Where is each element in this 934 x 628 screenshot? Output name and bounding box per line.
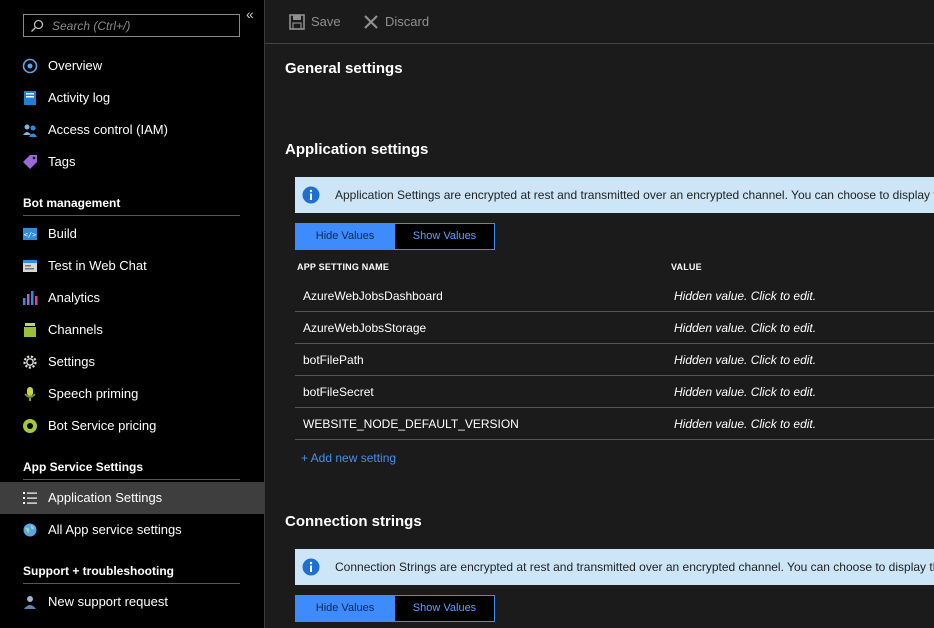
- code-icon: </>: [22, 226, 38, 242]
- table-row[interactable]: botFileSecret Hidden value. Click to edi…: [295, 376, 934, 408]
- sidebar-item-label: New support request: [48, 586, 168, 618]
- hide-values-button[interactable]: Hide Values: [296, 596, 394, 621]
- info-icon: [302, 558, 320, 576]
- globe-icon: [22, 522, 38, 538]
- sidebar-item-label: Build: [48, 218, 77, 250]
- general-settings-title: General settings: [285, 60, 403, 77]
- setting-value[interactable]: Hidden value. Click to edit.: [674, 280, 816, 312]
- table-row[interactable]: AzureWebJobsDashboard Hidden value. Clic…: [295, 280, 934, 312]
- setting-name: AzureWebJobsDashboard: [303, 280, 443, 312]
- toolbar: Save Discard: [265, 0, 934, 44]
- save-label: Save: [311, 12, 341, 32]
- table-row[interactable]: botFilePath Hidden value. Click to edit.: [295, 344, 934, 376]
- application-settings-title: Application settings: [285, 141, 428, 158]
- list-icon: [22, 490, 38, 506]
- sidebar-item-bot-service-pricing[interactable]: Bot Service pricing: [0, 410, 265, 442]
- column-header-name: APP SETTING NAME: [297, 262, 389, 272]
- azure-portal: « Overview Activity log Acce: [0, 0, 934, 628]
- overview-icon: [22, 58, 38, 74]
- setting-name: botFilePath: [303, 344, 364, 376]
- sidebar-item-analytics[interactable]: Analytics: [0, 282, 265, 314]
- group-header-bot-management: Bot management: [23, 192, 240, 216]
- sidebar-item-activity-log[interactable]: Activity log: [0, 82, 265, 114]
- sidebar-item-label: Overview: [48, 50, 102, 82]
- sidebar-item-label: Analytics: [48, 282, 100, 314]
- app-settings-info-banner: Application Settings are encrypted at re…: [295, 177, 934, 213]
- tag-icon: [22, 154, 38, 170]
- sidebar-item-application-settings[interactable]: Application Settings: [0, 482, 265, 514]
- sidebar-item-label: Channels: [48, 314, 103, 346]
- sidebar-item-label: All App service settings: [48, 514, 182, 546]
- table-row[interactable]: AzureWebJobsStorage Hidden value. Click …: [295, 312, 934, 344]
- hide-values-button[interactable]: Hide Values: [296, 224, 394, 249]
- sidebar-item-access-control[interactable]: Access control (IAM): [0, 114, 265, 146]
- sidebar-item-build[interactable]: </> Build: [0, 218, 265, 250]
- analytics-icon: [22, 290, 38, 306]
- app-settings-value-toggle: Hide Values Show Values: [295, 223, 495, 250]
- group-title: Bot management: [23, 196, 120, 210]
- sidebar-item-label: Bot Service pricing: [48, 410, 156, 442]
- connection-strings-title: Connection strings: [285, 513, 422, 530]
- sidebar-item-tags[interactable]: Tags: [0, 146, 265, 178]
- search-box[interactable]: [23, 14, 240, 37]
- sidebar-item-overview[interactable]: Overview: [0, 50, 265, 82]
- info-text: Connection Strings are encrypted at rest…: [335, 549, 934, 585]
- sidebar-item-label: Test in Web Chat: [48, 250, 147, 282]
- group-title: Support + troubleshooting: [23, 564, 174, 578]
- sidebar-item-label: Speech priming: [48, 378, 138, 410]
- sidebar-item-all-app-service-settings[interactable]: All App service settings: [0, 514, 265, 546]
- collapse-sidebar-button[interactable]: «: [246, 6, 260, 22]
- sidebar: « Overview Activity log Acce: [0, 0, 265, 628]
- support-icon: [22, 594, 38, 610]
- pricing-icon: [22, 418, 38, 434]
- svg-text:</>: </>: [24, 231, 37, 239]
- show-values-button[interactable]: Show Values: [394, 596, 494, 621]
- setting-value[interactable]: Hidden value. Click to edit.: [674, 312, 816, 344]
- close-icon: [363, 14, 379, 30]
- group-header-support: Support + troubleshooting: [23, 560, 240, 584]
- sidebar-item-test-in-web-chat[interactable]: Test in Web Chat: [0, 250, 265, 282]
- gear-icon: [22, 354, 38, 370]
- channels-icon: [22, 322, 38, 338]
- access-control-icon: [22, 122, 38, 138]
- setting-name: WEBSITE_NODE_DEFAULT_VERSION: [303, 408, 519, 440]
- web-chat-icon: [22, 258, 38, 274]
- search-icon: [30, 19, 44, 33]
- save-button[interactable]: Save: [289, 12, 349, 32]
- table-row[interactable]: WEBSITE_NODE_DEFAULT_VERSION Hidden valu…: [295, 408, 934, 440]
- column-header-value: VALUE: [671, 262, 702, 272]
- setting-value[interactable]: Hidden value. Click to edit.: [674, 344, 816, 376]
- search-input[interactable]: [52, 15, 237, 36]
- sidebar-item-label: Settings: [48, 346, 95, 378]
- setting-value[interactable]: Hidden value. Click to edit.: [674, 408, 816, 440]
- setting-name: botFileSecret: [303, 376, 374, 408]
- sidebar-item-speech-priming[interactable]: Speech priming: [0, 378, 265, 410]
- sidebar-item-label: Activity log: [48, 82, 110, 114]
- speech-icon: [22, 386, 38, 402]
- info-text: Application Settings are encrypted at re…: [335, 177, 934, 213]
- activity-log-icon: [22, 90, 38, 106]
- show-values-button[interactable]: Show Values: [394, 224, 494, 249]
- save-icon: [289, 14, 305, 30]
- info-icon: [302, 186, 320, 204]
- add-new-setting-link[interactable]: + Add new setting: [301, 451, 396, 465]
- setting-name: AzureWebJobsStorage: [303, 312, 426, 344]
- setting-value[interactable]: Hidden value. Click to edit.: [674, 376, 816, 408]
- discard-button[interactable]: Discard: [363, 12, 443, 32]
- sidebar-item-new-support-request[interactable]: New support request: [0, 586, 265, 618]
- sidebar-item-label: Application Settings: [48, 482, 162, 514]
- sidebar-item-settings[interactable]: Settings: [0, 346, 265, 378]
- conn-strings-value-toggle: Hide Values Show Values: [295, 595, 495, 622]
- group-header-app-service-settings: App Service Settings: [23, 456, 240, 480]
- sidebar-item-label: Access control (IAM): [48, 114, 168, 146]
- discard-label: Discard: [385, 12, 429, 32]
- sidebar-item-channels[interactable]: Channels: [0, 314, 265, 346]
- main-content: Save Discard General settings Applicatio…: [265, 0, 934, 628]
- sidebar-item-label: Tags: [48, 146, 75, 178]
- group-title: App Service Settings: [23, 460, 143, 474]
- conn-strings-info-banner: Connection Strings are encrypted at rest…: [295, 549, 934, 585]
